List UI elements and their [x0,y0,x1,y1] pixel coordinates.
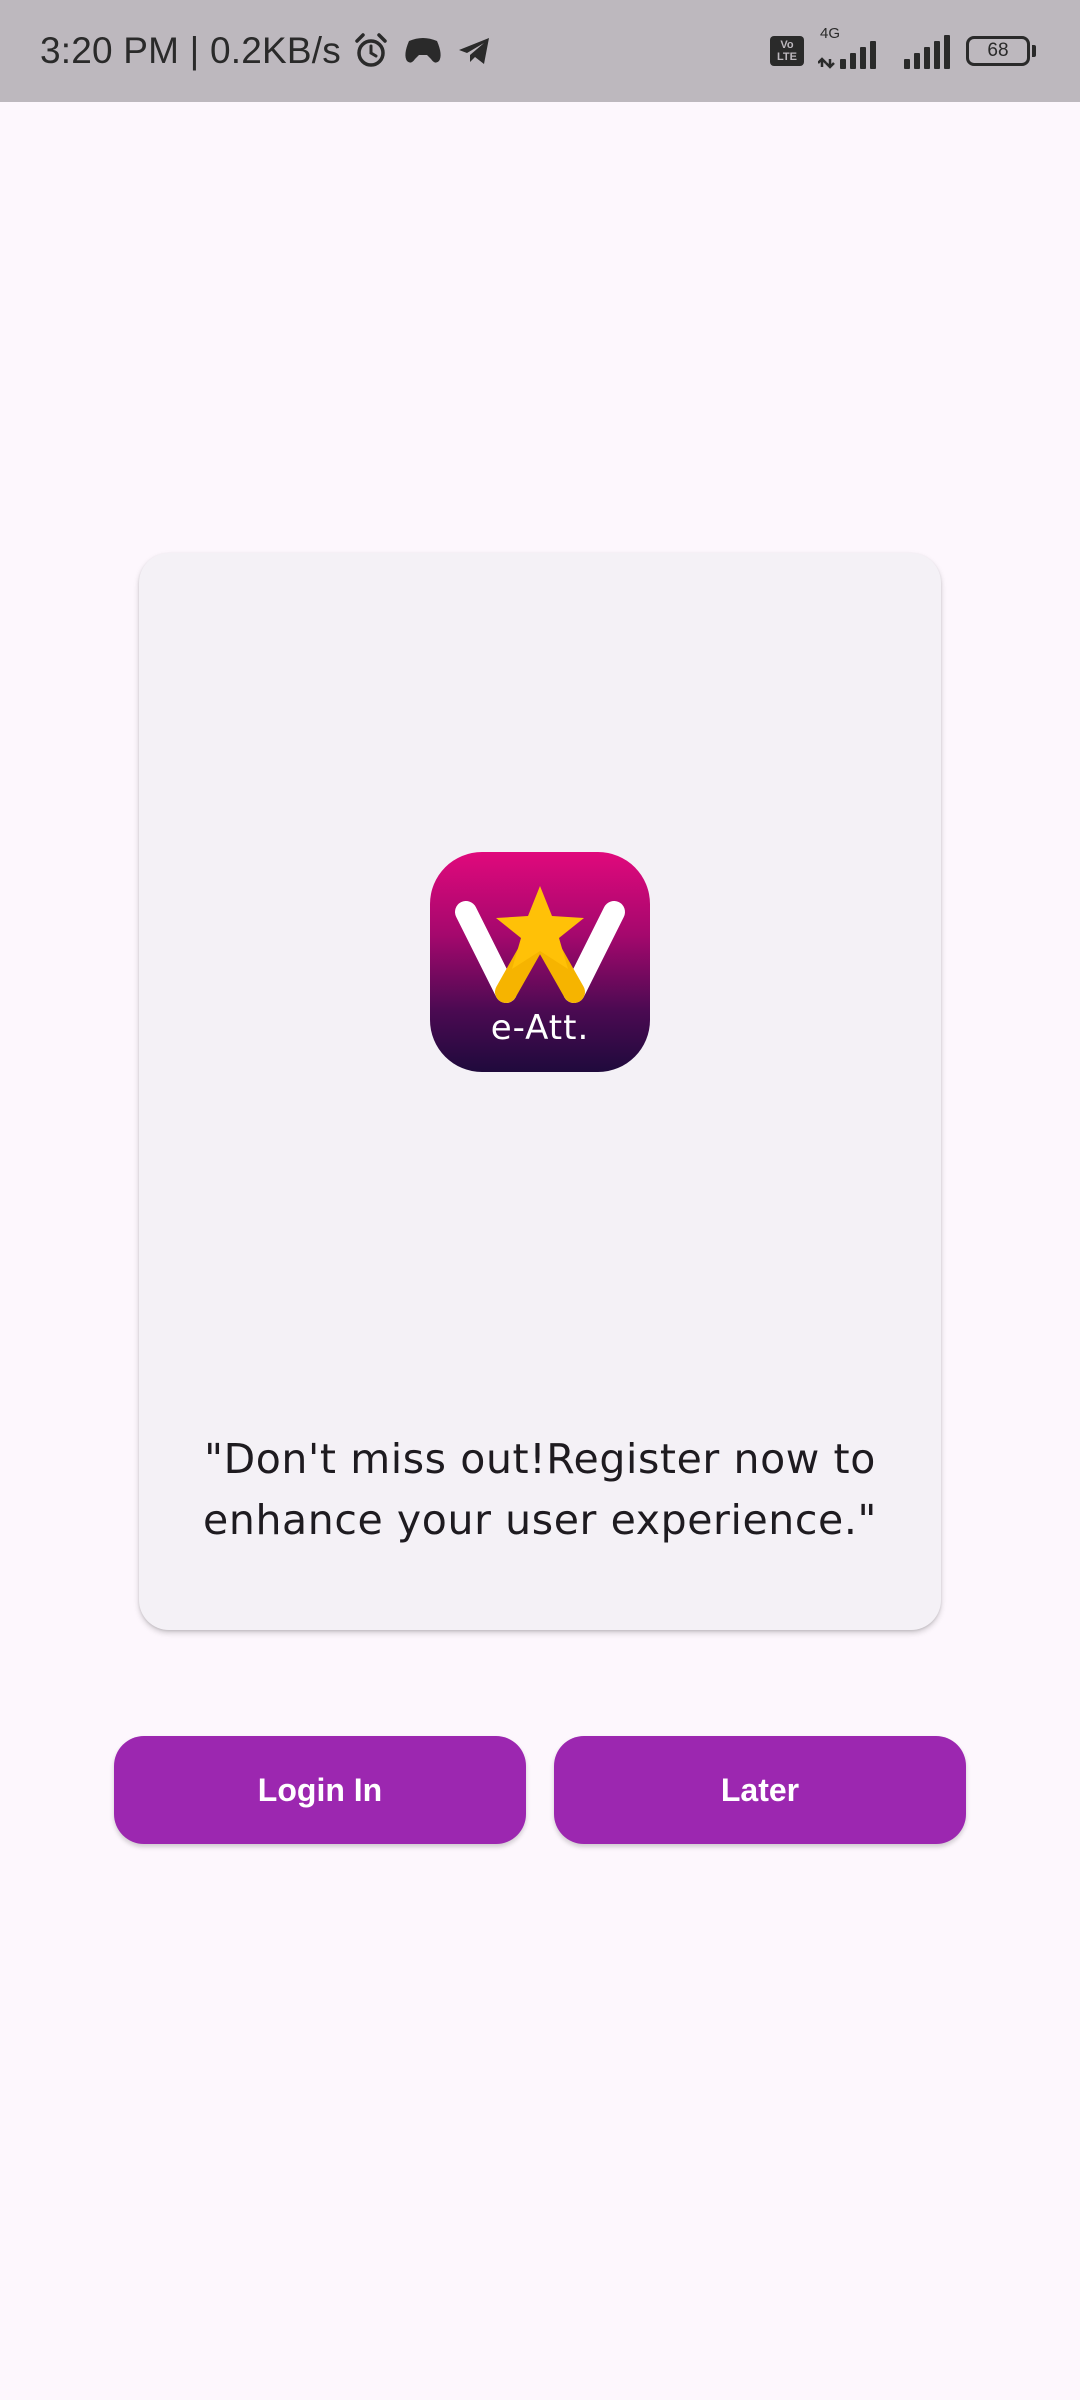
register-message: "Don't miss out!Register now to enhance … [203,1435,877,1544]
status-bar: 3:20 PM | 0.2KB/s Vo LTE 4G 68 [0,0,1080,102]
status-time: 3:20 PM | 0.2KB/s [40,30,341,71]
battery-icon: 68 [966,36,1036,66]
battery-level: 68 [966,36,1030,66]
login-button[interactable]: Login In [114,1736,526,1844]
logo-text: e-Att. [490,1008,590,1048]
status-left: 3:20 PM | 0.2KB/s [40,0,495,102]
signal-bars-icon [818,41,876,69]
app-logo: e-Att. [430,852,650,1072]
volte-badge: Vo LTE [770,36,804,66]
gamepad-icon [401,31,445,71]
alarm-icon [351,31,391,71]
signal-bars-icon-2 [904,35,950,69]
later-button[interactable]: Later [554,1736,966,1844]
status-right: Vo LTE 4G 68 [770,0,1036,102]
register-prompt-card: e-Att. "Don't miss out!Register now to e… [139,553,941,1630]
telegram-icon [455,31,495,71]
mobile-signal-4g: 4G [818,25,888,71]
battery-cap [1032,45,1036,57]
